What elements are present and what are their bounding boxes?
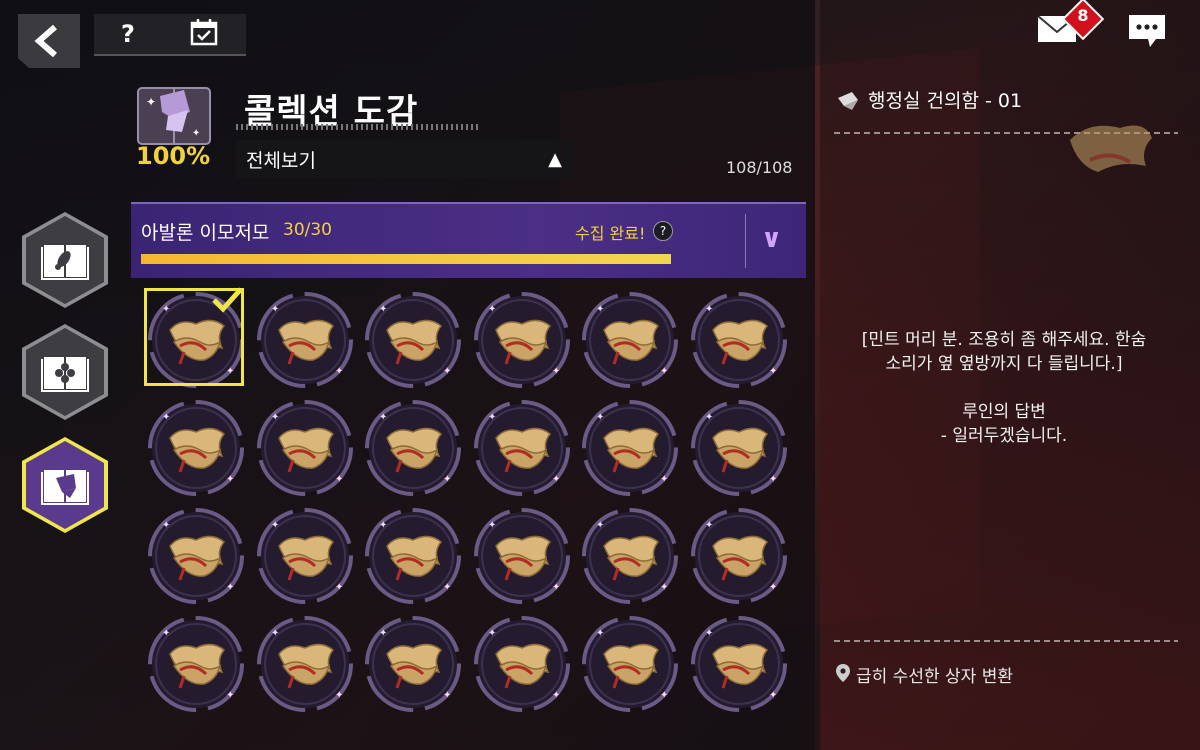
scroll-icon (711, 319, 768, 365)
scroll-icon (603, 535, 660, 581)
category-progress-fill (141, 254, 671, 264)
collection-item[interactable]: ✦ ✦ (255, 506, 355, 606)
collection-item[interactable]: ✦ ✦ (580, 506, 680, 606)
total-count: 108/108 (726, 158, 793, 177)
collection-item[interactable]: ✦ ✦ (580, 398, 680, 498)
collection-item[interactable]: ✦ ✦ (472, 398, 572, 498)
category-help-button[interactable]: ? (653, 221, 673, 241)
back-arrow-icon (34, 24, 57, 58)
collection-item[interactable]: ✦ ✦ (580, 290, 680, 390)
category-progress-bar (141, 254, 671, 264)
scroll-icon (386, 643, 443, 689)
chevron-up-icon: ▲ (548, 148, 562, 170)
scroll-icon (1070, 125, 1152, 172)
help-button[interactable]: ? (121, 20, 135, 48)
collection-item[interactable]: ✦ ✦ (146, 614, 246, 714)
filter-dropdown[interactable]: 전체보기 ▲ (236, 140, 572, 178)
book-rocket-icon (41, 245, 89, 280)
chevron-down-icon[interactable]: ∨ (761, 224, 782, 254)
scroll-icon (711, 643, 768, 689)
collection-item[interactable]: ✦ ✦ (255, 398, 355, 498)
collection-item[interactable]: ✦ ✦ (580, 614, 680, 714)
collection-item[interactable]: ✦ ✦ (472, 506, 572, 606)
collection-item[interactable]: ✦ ✦ (363, 290, 463, 390)
scroll-icon (494, 427, 551, 473)
collection-item[interactable]: ✦ ✦ (689, 290, 789, 390)
detail-line-4: - 일러두겠습니다. (940, 426, 1068, 446)
check-icon (212, 287, 243, 313)
scroll-icon (603, 643, 660, 689)
detail-frame-bottom (834, 640, 1178, 642)
filter-label: 전체보기 (246, 149, 316, 172)
svg-text:✦: ✦ (146, 95, 156, 109)
detail-line-3: 루인의 답변 (962, 402, 1046, 422)
calendar-button[interactable] (189, 17, 219, 51)
category-header[interactable]: 아발론 이모저모 30/30 수집 완료! ? ∨ (131, 202, 806, 278)
completion-percent: 100% (136, 142, 211, 170)
book-letter-icon (41, 470, 89, 505)
collection-item[interactable]: ✦ ✦ (689, 614, 789, 714)
collection-item[interactable]: ✦ ✦ (255, 290, 355, 390)
collection-item[interactable]: ✦ ✦ (255, 614, 355, 714)
top-tools: ? (94, 14, 246, 56)
scroll-icon (494, 643, 551, 689)
detail-line-2: 소리가 옆 옆방까지 다 들립니다.] (885, 354, 1123, 374)
scroll-icon (277, 427, 334, 473)
collection-grid: ✦ ✦ ✦ ✦ ✦ ✦ ✦ ✦ ✦ ✦ ✦ ✦ ✦ ✦ ✦ ✦ ✦ ✦ ✦ ✦ ✦ ✦ ✦ ✦ ✦ ✦ ✦ ✦ ✦ ✦ ✦ ✦ ✦ ✦ ✦ ✦ ✦ ✦ ✦ ✦… (144, 287, 796, 720)
scroll-icon (494, 535, 551, 581)
location-pin-icon (836, 664, 850, 682)
scroll-icon (169, 535, 226, 581)
chat-button[interactable] (1126, 12, 1168, 50)
svg-text:✦: ✦ (192, 128, 200, 139)
scroll-icon (169, 427, 226, 473)
mail-count: 8 (1077, 6, 1089, 25)
collection-item[interactable]: ✦ ✦ (146, 506, 246, 606)
collection-item[interactable]: ✦ ✦ (363, 614, 463, 714)
scroll-icon (386, 535, 443, 581)
letter-icon (838, 92, 858, 110)
collection-item[interactable]: ✦ ✦ (363, 506, 463, 606)
calendar-check-icon (190, 19, 218, 46)
scroll-icon (711, 427, 768, 473)
scroll-icon (169, 643, 226, 689)
detail-location: 급히 수선한 상자 변환 (856, 667, 1013, 687)
detail-description: [민트 머리 분. 조용히 좀 해주세요. 한숨 소리가 옆 옆방까지 다 들립… (836, 328, 1172, 448)
collection-item[interactable]: ✦ ✦ (144, 287, 246, 390)
scroll-icon (711, 535, 768, 581)
detail-line-1: [민트 머리 분. 조용히 좀 해주세요. 한숨 (861, 330, 1147, 350)
collection-item[interactable]: ✦ ✦ (689, 398, 789, 498)
collection-item[interactable]: ✦ ✦ (363, 398, 463, 498)
category-status: 수집 완료! (575, 224, 646, 243)
collection-item[interactable]: ✦ ✦ (146, 398, 246, 498)
collection-item[interactable]: ✦ ✦ (472, 614, 572, 714)
scroll-icon (386, 427, 443, 473)
category-name: 아발론 이모저모 (141, 222, 270, 244)
back-button[interactable] (18, 14, 80, 68)
book-flower-icon (41, 357, 89, 392)
scroll-icon (277, 319, 334, 365)
scroll-icon (603, 427, 660, 473)
scroll-icon (386, 319, 443, 365)
scroll-icon (277, 535, 334, 581)
scroll-icon (603, 319, 660, 365)
scroll-icon (494, 319, 551, 365)
scroll-icon (277, 643, 334, 689)
collection-book-icon: ✦ ✦ (137, 87, 211, 145)
collection-item[interactable]: ✦ ✦ (689, 506, 789, 606)
collection-item[interactable]: ✦ ✦ (472, 290, 572, 390)
category-count: 30/30 (283, 220, 332, 240)
detail-title: 행정실 건의함 - 01 (868, 90, 1023, 112)
category-divider (745, 214, 746, 268)
title-divider (236, 124, 478, 130)
